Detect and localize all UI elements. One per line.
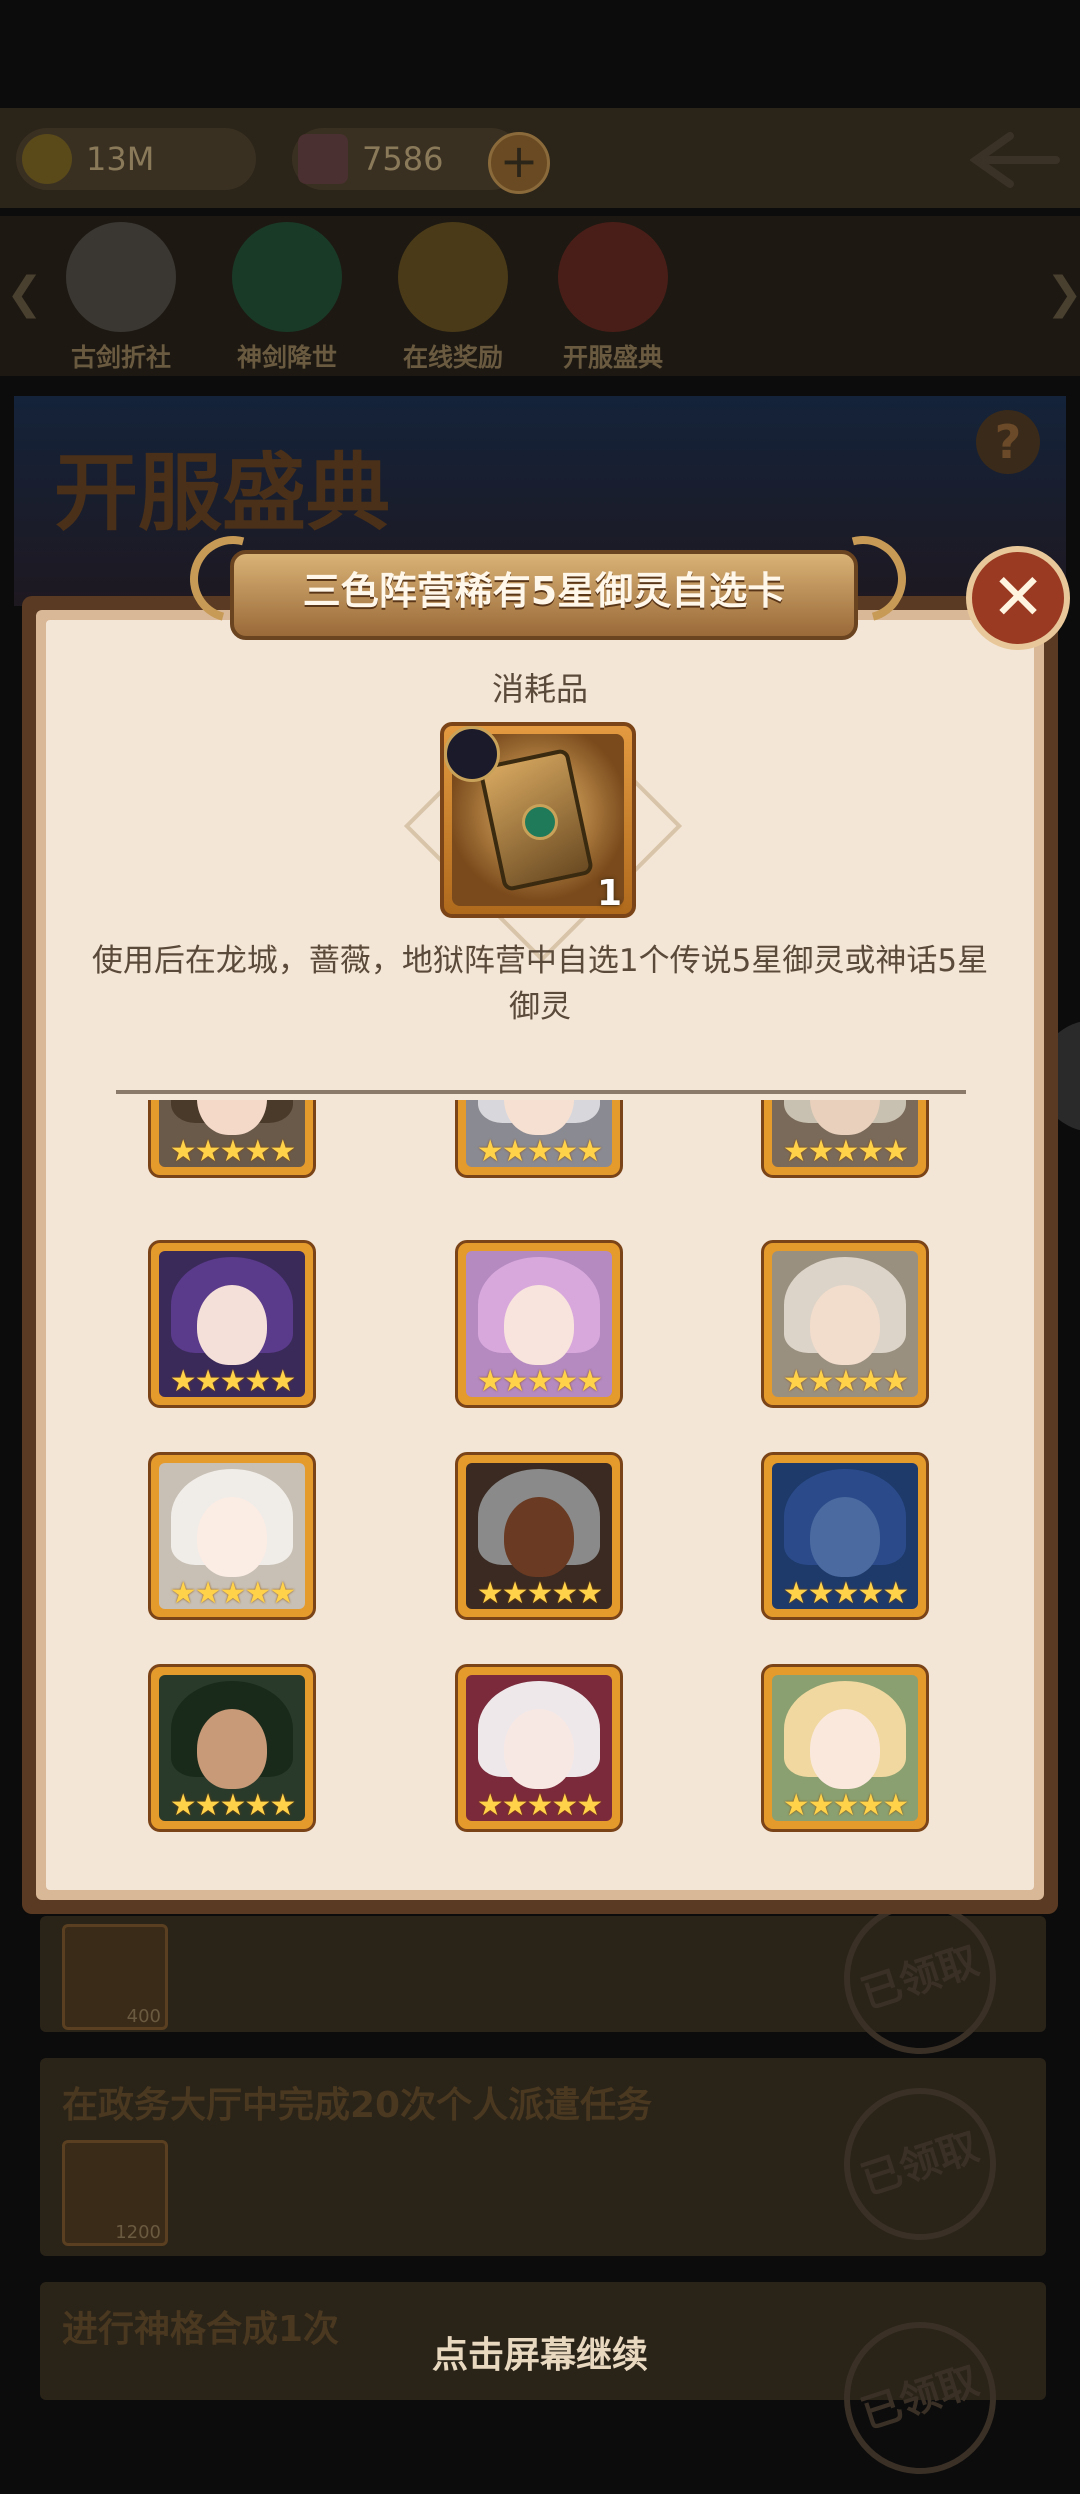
hero-card[interactable]: ★★★★★ (761, 1664, 929, 1832)
star-rating: ★★★★★ (169, 1364, 296, 1399)
task-card: 400 已领取 (40, 1882, 1046, 2074)
gem-value: 7586 (362, 140, 444, 178)
star-rating: ★★★★★ (782, 1788, 909, 1823)
star-rating: ★★★★★ (169, 1134, 296, 1169)
item-category: 消耗品 (491, 670, 588, 708)
star-rating: ★★★★★ (476, 1576, 603, 1611)
tab-event-1-icon (66, 222, 176, 332)
hero-card[interactable]: ★★★★★ (455, 1100, 623, 1178)
gold-value: 13M (86, 140, 155, 178)
tab-event-1[interactable]: 古剑折社 (46, 222, 186, 372)
star-rating: ★★★★★ (169, 1576, 296, 1611)
tab-event-4-label: 开服盛典 (562, 343, 663, 372)
gold-coin-icon (22, 134, 72, 184)
hero-card[interactable]: ★★★★★ (761, 1100, 929, 1178)
tab-event-2[interactable]: 神剑降世 (212, 222, 352, 372)
hero-card[interactable]: ★★★★★ (455, 1664, 623, 1832)
claimed-stamp: 已领取 (824, 2068, 1016, 2260)
item-description: 使用后在龙城，蔷薇，地狱阵营中自选1个传说5星御灵或神话5星御灵 (91, 943, 989, 1025)
star-rating: ★★★★★ (169, 1788, 296, 1823)
popup-title: 三色阵营稀有5星御灵自选卡 (302, 569, 786, 613)
card-gem-icon (522, 804, 558, 840)
selection-card-item[interactable]: 1 (440, 722, 636, 918)
hero-card[interactable]: ★★★★★ (148, 1240, 316, 1408)
tab-event-1-label: 古剑折社 (70, 343, 171, 372)
star-rating: ★★★★★ (782, 1364, 909, 1399)
hero-card[interactable]: ★★★★★ (761, 1452, 929, 1620)
hero-card[interactable]: ★★★★★ (148, 1664, 316, 1832)
close-button[interactable]: ✕ (966, 546, 1070, 650)
task-reward-item[interactable]: 1200 (62, 2140, 168, 2246)
tab-event-3-label: 在线奖励 (402, 343, 503, 372)
hero-card[interactable]: ★★★★★ (455, 1240, 623, 1408)
close-icon: ✕ (991, 561, 1045, 635)
tab-event-2-label: 神剑降世 (236, 343, 337, 372)
popup-title-plaque: 三色阵营稀有5星御灵自选卡 (174, 520, 922, 644)
tab-event-4-icon (558, 222, 668, 332)
hero-card[interactable]: ★★★★★ (148, 1452, 316, 1620)
star-rating: ★★★★★ (476, 1788, 603, 1823)
tabs-right-arrow-icon[interactable]: ❯ (1046, 268, 1080, 319)
back-arrow-icon[interactable] (970, 130, 1060, 190)
tab-event-2-icon (232, 222, 342, 332)
tab-event-3[interactable]: 在线奖励 (378, 222, 518, 372)
divider (116, 1090, 966, 1094)
faction-badge-icon (444, 726, 500, 782)
gem-icon (298, 134, 348, 184)
tab-event-3-icon (398, 222, 508, 332)
tabs-left-arrow-icon[interactable]: ❮ (6, 268, 43, 319)
task-title: 在政务大厅中完成20次个人派遣任务 (62, 2085, 653, 2126)
task-card: 在政务大厅中完成20次个人派遣任务 1200 已领取 (40, 2058, 1046, 2260)
tab-event-4[interactable]: 开服盛典 (538, 222, 678, 372)
tap-to-continue-hint[interactable]: 点击屏幕继续 (0, 2326, 1080, 2378)
item-count: 1 (596, 873, 622, 914)
star-rating: ★★★★★ (476, 1364, 603, 1399)
hero-card[interactable]: ★★★★★ (761, 1240, 929, 1408)
hero-selection-grid: ★★★★★ ★★★★★ ★★★★★ ★★★★★ ★★★★★ ★★★★★ ★★★★… (0, 1100, 1080, 1840)
gold-counter: 13M (16, 128, 256, 190)
star-rating: ★★★★★ (782, 1134, 909, 1169)
star-rating: ★★★★★ (782, 1576, 909, 1611)
hero-card[interactable]: ★★★★★ (455, 1452, 623, 1620)
add-gem-button[interactable]: + (488, 132, 550, 194)
star-rating: ★★★★★ (476, 1134, 603, 1169)
help-button[interactable]: ? (976, 410, 1040, 474)
task-reward-item[interactable]: 400 (62, 1924, 168, 2030)
hero-card[interactable]: ★★★★★ (148, 1100, 316, 1178)
